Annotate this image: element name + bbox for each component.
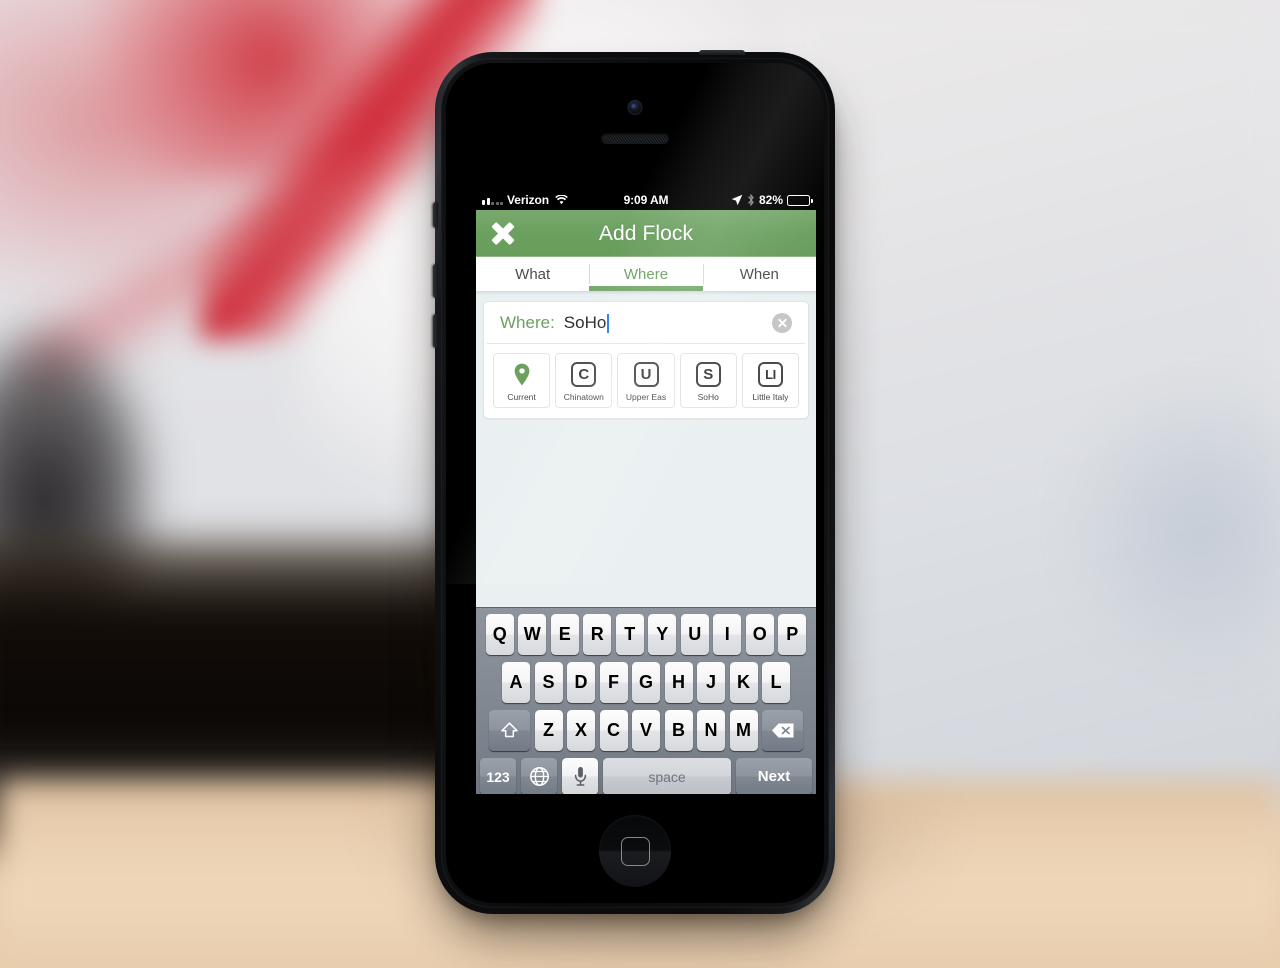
key-e[interactable]: E — [550, 614, 579, 655]
key-d[interactable]: D — [567, 662, 595, 703]
key-w[interactable]: W — [518, 614, 547, 655]
volume-up-button[interactable] — [433, 264, 438, 298]
microphone-icon[interactable] — [562, 758, 598, 794]
where-input[interactable]: SoHo — [564, 313, 610, 333]
iphone-device: Verizon 9:09 AM 82% Add Flock What Where… — [433, 50, 835, 914]
key-q[interactable]: Q — [485, 614, 514, 655]
status-bar-right: 82% — [731, 193, 813, 207]
numeric-keyboard-button[interactable]: 123 — [480, 758, 516, 794]
location-chip-little-italy[interactable]: LI Little Italy — [741, 353, 800, 408]
little-italy-letter-icon: LI — [757, 362, 783, 387]
home-square-icon — [620, 836, 650, 866]
carrier-label: Verizon — [507, 193, 549, 207]
tab-bar: What Where When — [476, 257, 816, 291]
shift-icon[interactable] — [489, 710, 530, 751]
globe-icon[interactable] — [521, 758, 557, 794]
where-input-row[interactable]: Where: SoHo — [487, 302, 805, 344]
device-body: Verizon 9:09 AM 82% Add Flock What Where… — [435, 52, 835, 914]
location-chip-label: Chinatown — [563, 392, 604, 402]
active-tab-indicator — [589, 286, 703, 291]
page-title: Add Flock — [598, 221, 694, 245]
tab-when[interactable]: When — [702, 257, 816, 291]
status-bar-left: Verizon — [482, 193, 568, 207]
location-chip-soho[interactable]: S SoHo — [679, 353, 737, 408]
key-o[interactable]: O — [745, 614, 774, 655]
background-blue-tint — [1060, 380, 1280, 680]
key-v[interactable]: V — [632, 710, 660, 751]
tab-what[interactable]: What — [476, 257, 589, 291]
key-j[interactable]: J — [697, 662, 725, 703]
key-z[interactable]: Z — [534, 710, 563, 751]
key-y[interactable]: Y — [648, 614, 677, 655]
signal-bars-icon — [482, 196, 503, 205]
soho-letter-icon: S — [695, 362, 721, 387]
close-icon[interactable] — [490, 221, 516, 247]
where-card: Where: SoHo Current C Chinatown U Upper … — [483, 301, 809, 419]
location-chip-label: Little Italy — [752, 392, 789, 402]
key-h[interactable]: H — [664, 662, 693, 703]
map-pin-icon — [509, 362, 534, 387]
location-shortcuts: Current C Chinatown U Upper Eas S SoHo L… — [484, 344, 808, 408]
clear-text-icon[interactable] — [772, 313, 792, 333]
home-button[interactable] — [599, 815, 671, 887]
location-chip-label: SoHo — [697, 392, 719, 402]
location-arrow-icon — [731, 194, 743, 206]
chinatown-letter-icon: C — [571, 362, 597, 387]
location-chip-chinatown[interactable]: C Chinatown — [555, 353, 613, 408]
text-cursor — [607, 313, 610, 333]
battery-percent-label: 82% — [758, 193, 783, 207]
space-key[interactable]: space — [603, 758, 731, 794]
keyboard-row-2: A S D F G H J K L — [478, 662, 814, 703]
next-key[interactable]: Next — [736, 758, 812, 794]
key-x[interactable]: X — [567, 710, 595, 751]
key-s[interactable]: S — [534, 662, 563, 703]
key-k[interactable]: K — [729, 662, 758, 703]
where-input-value: SoHo — [563, 313, 607, 332]
key-f[interactable]: F — [599, 662, 628, 703]
on-screen-keyboard: Q W E R T Y U I O P A S D F G H J K L Z … — [476, 607, 816, 794]
navigation-bar: Add Flock — [476, 210, 816, 257]
mute-switch[interactable] — [433, 202, 438, 228]
key-l[interactable]: L — [762, 662, 790, 703]
backspace-icon[interactable] — [762, 710, 803, 751]
upper-east-letter-icon: U — [633, 362, 659, 387]
location-chip-upper-east[interactable]: U Upper Eas — [617, 353, 675, 408]
key-n[interactable]: N — [697, 710, 725, 751]
keyboard-row-3: Z X C V B N M — [478, 710, 814, 751]
status-bar: Verizon 9:09 AM 82% — [476, 190, 816, 210]
key-g[interactable]: G — [632, 662, 660, 703]
volume-down-button[interactable] — [433, 314, 438, 348]
location-chip-current[interactable]: Current — [493, 353, 551, 408]
keyboard-row-4: 123 space Next — [478, 758, 814, 794]
location-chip-label: Current — [507, 392, 536, 402]
key-b[interactable]: B — [664, 710, 693, 751]
earpiece-speaker-icon — [601, 133, 669, 143]
content-area: Where: SoHo Current C Chinatown U Upper … — [476, 301, 816, 794]
key-i[interactable]: I — [713, 614, 742, 655]
key-r[interactable]: R — [583, 614, 612, 655]
device-glass: Verizon 9:09 AM 82% Add Flock What Where… — [446, 63, 824, 903]
key-p[interactable]: P — [778, 614, 807, 655]
wifi-icon — [555, 195, 568, 205]
keyboard-row-1: Q W E R T Y U I O P — [478, 614, 814, 655]
battery-icon — [787, 194, 813, 206]
bluetooth-icon — [747, 194, 755, 206]
key-m[interactable]: M — [729, 710, 758, 751]
phone-screen: Verizon 9:09 AM 82% Add Flock What Where… — [476, 190, 816, 794]
key-a[interactable]: A — [502, 662, 530, 703]
where-field-label: Where: — [500, 313, 555, 332]
location-chip-label: Upper Eas — [625, 392, 667, 402]
key-u[interactable]: U — [680, 614, 709, 655]
front-camera-icon — [627, 100, 643, 115]
key-t[interactable]: T — [615, 614, 644, 655]
tab-bar-shadow — [476, 291, 816, 295]
key-c[interactable]: C — [599, 710, 628, 751]
power-button[interactable] — [699, 50, 745, 55]
